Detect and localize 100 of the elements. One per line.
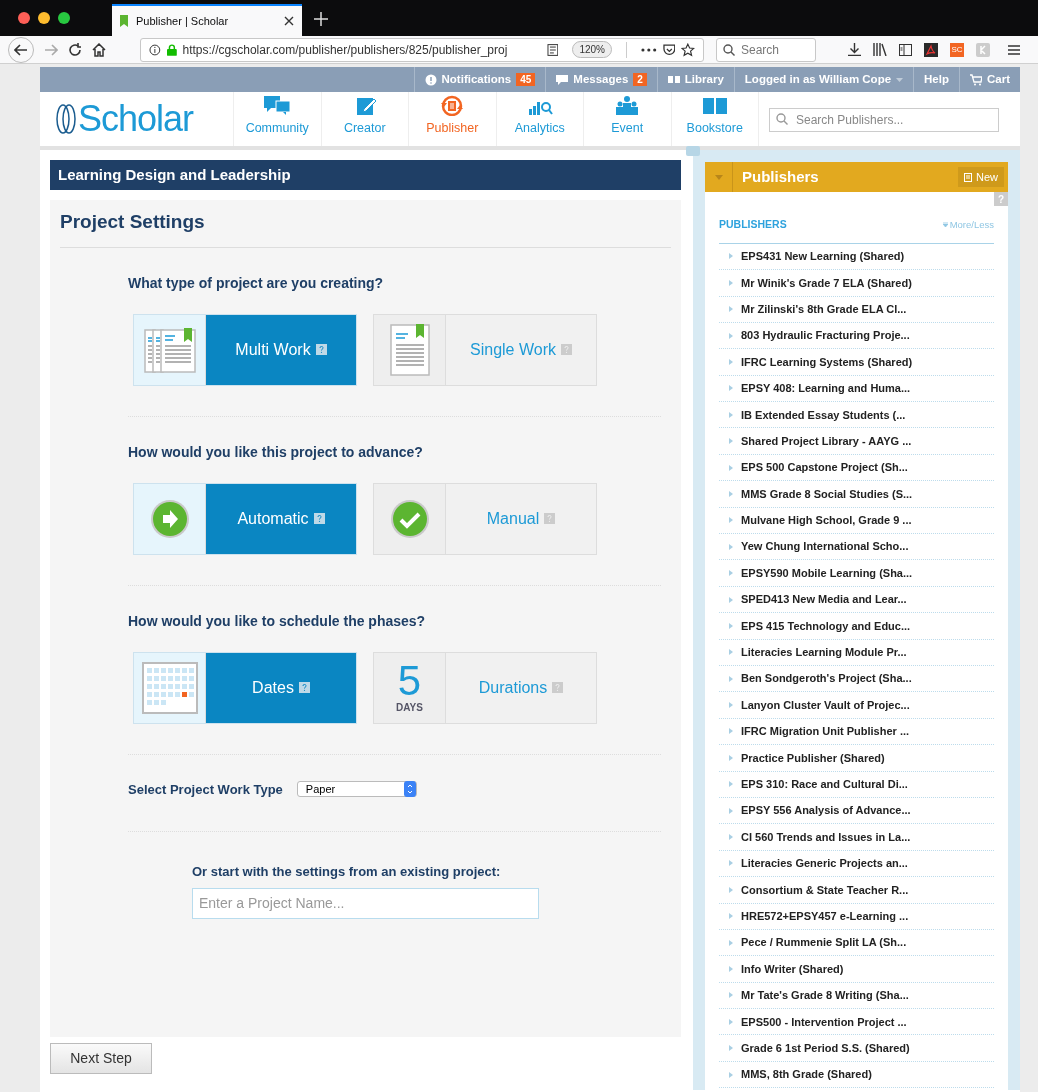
- triangle-icon: [729, 886, 733, 893]
- triangle-icon: [729, 411, 733, 418]
- triangle-icon: [729, 754, 733, 761]
- triangle-icon: [729, 992, 733, 999]
- publisher-item[interactable]: EPS431 New Learning (Shared): [719, 243, 994, 271]
- question-mark-icon: [555, 684, 561, 691]
- triangle-icon: [729, 807, 733, 814]
- home-icon[interactable]: [92, 42, 106, 57]
- chat-bubbles-icon: [264, 95, 291, 117]
- publisher-item[interactable]: Lanyon Cluster Vault of Projec...: [719, 692, 994, 719]
- more-icon: [640, 47, 657, 52]
- publisher-item[interactable]: Ben Sondgeroth's Project (Sha...: [719, 666, 994, 693]
- triangle-icon: [729, 332, 733, 339]
- publisher-item[interactable]: EPSY 408: Learning and Huma...: [719, 375, 994, 403]
- publisher-item[interactable]: Mulvane High School, Grade 9 ...: [719, 507, 994, 535]
- option-card[interactable]: Multi Work: [133, 313, 357, 386]
- search-field[interactable]: Search Publishers...: [769, 108, 999, 132]
- question-mark-icon: [564, 346, 569, 353]
- publisher-item[interactable]: IFRC Migration Unit Publisher ...: [719, 718, 994, 746]
- publisher-item[interactable]: 803 Hydraulic Fracturing Proje...: [719, 322, 994, 350]
- count-badge: 45: [516, 73, 536, 86]
- triangle-icon: [729, 385, 733, 392]
- people-icon: [614, 95, 641, 117]
- option-card[interactable]: Automatic: [133, 482, 357, 555]
- option-card[interactable]: 5 DAYS Durations: [373, 651, 597, 724]
- scroll-handle-icon: [686, 146, 700, 156]
- calendar-icon: [141, 661, 198, 714]
- menu-icon: [1008, 44, 1020, 55]
- triangle-icon: [729, 1071, 733, 1078]
- publisher-item[interactable]: Mr Zilinski's 8th Grade ELA Cl...: [719, 296, 994, 323]
- publisher-item[interactable]: Mr Winik's Grade 7 ELA (Shared): [719, 270, 994, 297]
- next-step-button[interactable]: Next Step: [50, 1043, 152, 1074]
- bookmark-icon: [120, 15, 128, 27]
- day-count: 5: [397, 662, 422, 700]
- arrow-circle-icon: [149, 498, 190, 539]
- window-control-icon: [18, 12, 30, 24]
- browser-search-field[interactable]: Search: [716, 37, 816, 62]
- publisher-item[interactable]: Shared Project Library - AAYG ...: [719, 428, 994, 455]
- project-name-field[interactable]: Enter a Project Name...: [192, 887, 539, 919]
- publisher-item[interactable]: EPSY590 Mobile Learning (Sha...: [719, 560, 994, 587]
- address-bar[interactable]: https://cgscholar.com/publisher/publishers/825/publisher_proj 120%: [140, 37, 704, 62]
- triangle-icon: [729, 834, 733, 841]
- publisher-item[interactable]: EPS500 - Intervention Project ...: [719, 1009, 994, 1036]
- caret-icon: [714, 174, 723, 180]
- triangle-icon: [729, 517, 733, 524]
- triangle-icon: [729, 702, 733, 709]
- publisher-item[interactable]: Grade 6 1st Period S.S. (Shared): [719, 1035, 994, 1062]
- question-text: How would you like to schedule the phases?: [128, 611, 427, 631]
- question-mark-icon: [318, 346, 324, 353]
- reload-icon[interactable]: [68, 42, 82, 57]
- publisher-item[interactable]: IFRC Learning Systems (Shared): [719, 349, 994, 376]
- window-control-icon: [58, 12, 70, 24]
- sidebar-title: Publishers: [742, 166, 820, 187]
- publisher-item[interactable]: Info Writer (Shared): [719, 956, 994, 983]
- publisher-item[interactable]: CI 560 Trends and Issues in La...: [719, 824, 994, 851]
- field-label: Or start with the settings from an existing project:: [192, 863, 502, 881]
- publisher-item[interactable]: EPS 415 Technology and Educ...: [719, 613, 994, 640]
- browser-tab[interactable]: Publisher | Scholar: [112, 4, 302, 36]
- triangle-icon: [729, 306, 733, 313]
- triangle-icon: [729, 438, 733, 445]
- info-icon: [149, 43, 161, 56]
- reader-view-icon: [546, 43, 559, 56]
- documents-icon: [142, 325, 197, 374]
- publisher-item[interactable]: HRE572+EPSY457 e-Learning ...: [719, 903, 994, 930]
- publisher-item[interactable]: EPS 500 Capstone Project (Sh...: [719, 454, 994, 482]
- library-icon: [873, 43, 887, 56]
- publisher-item[interactable]: Yew Chung International Scho...: [719, 534, 994, 561]
- triangle-icon: [729, 781, 733, 788]
- lock-icon: [166, 43, 177, 56]
- cart-icon: [970, 73, 982, 86]
- publisher-item[interactable]: SPED413 New Media and Lear...: [719, 586, 994, 614]
- url-text: https://cgscholar.com/publisher/publishers/825/publisher_proj: [182, 41, 509, 59]
- publisher-item[interactable]: MMS, 8th Grade (Shared): [719, 1061, 994, 1089]
- publisher-item[interactable]: Practice Publisher (Shared): [719, 745, 994, 772]
- publisher-item[interactable]: IB Extended Essay Students (...: [719, 402, 994, 429]
- work-type-select[interactable]: Paper: [296, 781, 417, 798]
- triangle-icon: [729, 570, 733, 577]
- option-card[interactable]: Dates: [133, 651, 357, 724]
- triangle-icon: [729, 464, 733, 471]
- triangle-icon: [729, 728, 733, 735]
- close-icon: [284, 16, 294, 26]
- link-label: Notifications: [441, 71, 512, 87]
- panel-title: Project Settings: [60, 211, 205, 232]
- star-icon: [681, 42, 695, 57]
- zoom-level[interactable]: 120%: [572, 41, 612, 58]
- triangle-icon: [729, 543, 733, 550]
- triangle-icon: [729, 966, 733, 972]
- publisher-item[interactable]: EPS 310: Race and Cultural Di...: [719, 771, 994, 798]
- publisher-item[interactable]: Consortium & State Teacher R...: [719, 877, 994, 904]
- section-heading: PUBLISHERS: [719, 217, 787, 232]
- publisher-item[interactable]: Literacies Generic Projects an...: [719, 850, 994, 878]
- publisher-item[interactable]: Mr Tate's Grade 8 Writing (Sha...: [719, 982, 994, 1010]
- publisher-item[interactable]: Pece / Rummenie Split LA (Sh...: [719, 929, 994, 957]
- speech-bubble-icon: [556, 73, 569, 86]
- publisher-item[interactable]: MMS Grade 8 Social Studies (S...: [719, 481, 994, 508]
- question-text: What type of project are you creating?: [128, 273, 385, 293]
- pocket-icon: [662, 43, 676, 56]
- publisher-item[interactable]: Literacies Learning Module Pr...: [719, 639, 994, 666]
- document-icon: [964, 172, 972, 182]
- publisher-item[interactable]: EPSY 556 Analysis of Advance...: [719, 797, 994, 825]
